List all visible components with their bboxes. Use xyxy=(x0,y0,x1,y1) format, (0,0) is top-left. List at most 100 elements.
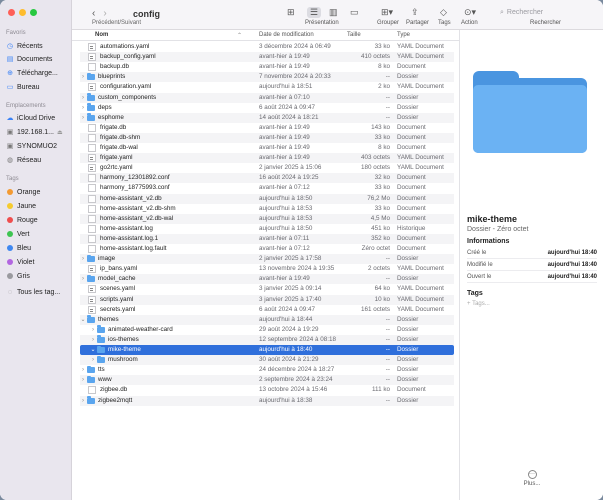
file-row[interactable]: frigate.db-shm avant-hier à 19:49 33 ko Doc… xyxy=(80,132,454,143)
file-row[interactable]: › blueprints 7 novembre 2024 à 20:33 -- Doss… xyxy=(80,72,454,83)
file-row[interactable]: › tts 24 décembre 2024 à 18:27 -- Dossier xyxy=(80,365,454,375)
column-header-kind[interactable]: Type xyxy=(397,32,410,38)
file-row[interactable]: home-assistant.log.fault avant-hier à 07:… xyxy=(80,244,454,254)
sidebar-item-nas[interactable]: ▣ SYNOMUO2 xyxy=(6,140,68,152)
disclosure-collapsed-icon[interactable]: › xyxy=(80,103,86,113)
share-icon[interactable]: ⇪ xyxy=(411,7,419,18)
file-icon xyxy=(88,83,96,92)
back-icon[interactable]: ‹ xyxy=(92,8,95,19)
sidebar-item-tag[interactable]: Orange xyxy=(6,186,68,198)
sidebar-item-tag[interactable]: Bleu xyxy=(6,242,68,254)
search-field[interactable]: ⌕ Rechercher xyxy=(500,7,600,18)
file-row[interactable]: › custom_components avant-hier à 07:10 -- Do… xyxy=(80,92,454,103)
file-row[interactable]: › ios-themes 12 septembre 2024 à 08:18 -- Do… xyxy=(80,334,454,345)
disclosure-collapsed-icon[interactable]: › xyxy=(90,335,96,345)
sidebar-item-all-tags[interactable]: ◌ Tous les tag... xyxy=(6,286,68,298)
file-row[interactable]: frigate.db avant-hier à 19:49 143 ko Docume… xyxy=(80,123,454,133)
column-header-size[interactable]: Taille xyxy=(347,32,361,38)
action-button[interactable]: ⊙▾ xyxy=(464,7,476,18)
disclosure-collapsed-icon[interactable]: › xyxy=(80,72,86,82)
disclosure-collapsed-icon[interactable]: › xyxy=(80,365,86,375)
disclosure-collapsed-icon[interactable]: › xyxy=(80,274,86,284)
file-row[interactable]: › esphome 14 août 2024 à 18:21 -- Dossier xyxy=(80,112,454,123)
icon-view-button[interactable]: ⊞ xyxy=(287,7,295,18)
list-view-button[interactable]: ☰ xyxy=(307,7,322,18)
sidebar-item-downloads[interactable]: ⊕ Télécharge... xyxy=(6,67,68,79)
file-row[interactable]: automations.yaml 3 décembre 2024 à 06:49 3… xyxy=(80,42,454,52)
file-name: configuration.yaml xyxy=(100,83,152,91)
file-row[interactable]: home-assistant_v2.db-wal aujourd'hui à 18… xyxy=(80,213,454,224)
sidebar-item-recents[interactable]: ◷ Récents xyxy=(6,40,68,52)
file-kind: Dossier xyxy=(397,255,419,263)
zoom-window-button[interactable] xyxy=(30,9,37,16)
disclosure-collapsed-icon[interactable]: › xyxy=(90,355,96,365)
sidebar-item-network[interactable]: ◍ Réseau xyxy=(6,154,68,166)
disclosure-collapsed-icon[interactable]: › xyxy=(80,254,86,264)
file-row[interactable]: configuration.yaml aujourd'hui à 18:51 2 k… xyxy=(80,82,454,92)
file-row[interactable]: go2rtc.yaml 2 janvier 2025 à 15:06 180 oct… xyxy=(80,163,454,173)
disclosure-expanded-icon[interactable]: ⌄ xyxy=(80,315,86,325)
sidebar-item-documents[interactable]: ▤ Documents xyxy=(6,53,68,65)
gallery-view-button[interactable]: ▭ xyxy=(350,7,359,18)
sidebar-item-icloud[interactable]: ☁ iCloud Drive xyxy=(6,112,68,124)
file-date: avant-hier à 19:49 xyxy=(259,133,310,141)
file-icon xyxy=(88,224,96,233)
file-row[interactable]: scripts.yaml 3 janvier 2025 à 17:40 10 ko Y… xyxy=(80,294,454,305)
disclosure-collapsed-icon[interactable]: › xyxy=(90,325,96,335)
file-row[interactable]: home-assistant.log.1 avant-hier à 07:11 35… xyxy=(80,233,454,244)
minimize-window-button[interactable] xyxy=(19,9,26,16)
file-row[interactable]: › www 2 septembre 2024 à 23:24 -- Dossier xyxy=(80,375,454,386)
file-row[interactable]: › image 2 janvier 2025 à 17:58 -- Dossier xyxy=(80,254,454,265)
file-row[interactable]: backup.db avant-hier à 19:49 8 ko Document xyxy=(80,62,454,72)
file-row[interactable]: scenes.yaml 3 janvier 2025 à 09:14 64 ko YA… xyxy=(80,284,454,294)
more-button[interactable]: ··· Plus... xyxy=(517,470,547,487)
file-row[interactable]: harmony_18775993.conf avant-hier à 07:12 3… xyxy=(80,183,454,193)
group-button[interactable]: ⊞▾ xyxy=(381,7,393,18)
disclosure-expanded-icon[interactable]: ⌄ xyxy=(90,345,96,355)
sidebar-item-tag[interactable]: Gris xyxy=(6,270,68,282)
file-row[interactable]: ⌄ themes aujourd'hui à 18:44 -- Dossier xyxy=(80,314,454,325)
file-row[interactable]: home-assistant_v2.db-shm aujourd'hui à 18… xyxy=(80,204,454,214)
column-header-date[interactable]: Date de modification xyxy=(259,32,314,38)
file-row[interactable]: › animated-weather-card 29 août 2024 à 19:… xyxy=(80,325,454,335)
column-header-name[interactable]: Nom xyxy=(95,32,108,38)
sidebar-item-tag[interactable]: Rouge xyxy=(6,214,68,226)
file-row[interactable]: backup_config.yaml avant-hier à 19:49 410 … xyxy=(80,52,454,63)
disclosure-collapsed-icon[interactable]: › xyxy=(80,113,86,123)
sidebar-item-network-share[interactable]: ▣ 192.168.1... ⏏ xyxy=(6,126,68,138)
file-kind: Document xyxy=(397,184,426,192)
add-tags-field[interactable]: + Tags... xyxy=(467,301,490,307)
tag-icon[interactable]: ◇ xyxy=(440,7,447,18)
file-date: aujourd'hui à 18:44 xyxy=(259,315,313,323)
column-view-button[interactable]: ▥ xyxy=(329,7,338,18)
file-row[interactable]: secrets.yaml 6 août 2024 à 09:47 161 octet… xyxy=(80,305,454,315)
file-name: esphome xyxy=(98,113,124,121)
search-input[interactable]: Rechercher xyxy=(507,9,543,16)
file-row[interactable]: › model_cache avant-hier à 19:49 -- Dossier xyxy=(80,274,454,285)
sidebar-item-tag[interactable]: Jaune xyxy=(6,200,68,212)
file-row[interactable]: ⌄ mike-theme aujourd'hui à 18:40 -- Dossier xyxy=(80,345,454,356)
file-row[interactable]: home-assistant_v2.db aujourd'hui à 18:50 7… xyxy=(80,193,454,204)
eject-icon[interactable]: ⏏ xyxy=(57,129,63,136)
sidebar-item-desktop[interactable]: ▭ Bureau xyxy=(6,81,68,93)
file-row[interactable]: ip_bans.yaml 13 novembre 2024 à 19:35 2 oc… xyxy=(80,264,454,274)
forward-icon[interactable]: › xyxy=(103,8,106,19)
file-row[interactable]: frigate.db-wal avant-hier à 19:49 8 ko Docu… xyxy=(80,143,454,153)
file-row[interactable]: harmony_12301892.conf 16 août 2024 à 19:2… xyxy=(80,173,454,184)
disclosure-collapsed-icon[interactable]: › xyxy=(80,396,86,406)
file-row[interactable]: › mushroom 30 août 2024 à 21:29 -- Dossier xyxy=(80,355,454,366)
file-row[interactable]: frigate.yaml avant-hier à 19:49 403 octets… xyxy=(80,153,454,164)
file-row[interactable]: › deps 6 août 2024 à 09:47 -- Dossier xyxy=(80,103,454,113)
info-row-modified: Modifié le aujourd'hui 18:40 xyxy=(467,260,597,271)
sidebar-item-tag[interactable]: Violet xyxy=(6,256,68,268)
file-icon xyxy=(88,164,96,173)
sidebar-item-tag[interactable]: Vert xyxy=(6,228,68,240)
disclosure-collapsed-icon[interactable]: › xyxy=(80,93,86,103)
file-row[interactable]: zigbee.db 13 octobre 2024 à 15:46 111 ko Do… xyxy=(80,385,454,395)
file-row[interactable]: home-assistant.log aujourd'hui à 18:50 451… xyxy=(80,224,454,234)
file-size: 410 octets xyxy=(360,53,390,61)
file-row[interactable]: › zigbee2mqtt aujourd'hui à 18:38 -- Dossier xyxy=(80,395,454,406)
disclosure-collapsed-icon[interactable]: › xyxy=(80,375,86,385)
close-window-button[interactable] xyxy=(8,9,15,16)
tags-heading: Tags xyxy=(467,290,483,297)
